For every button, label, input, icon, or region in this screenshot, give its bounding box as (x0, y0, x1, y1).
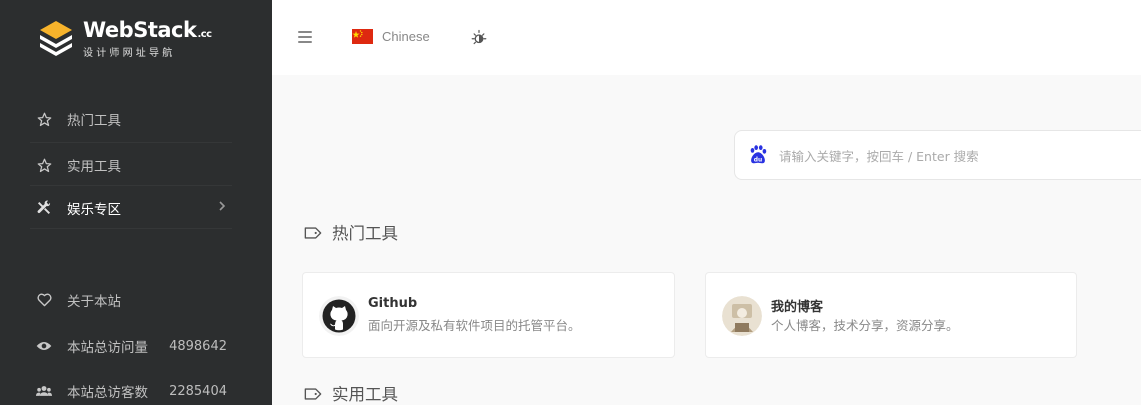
visitor-count: 2285404 (169, 383, 227, 399)
sidebar-item-useful-tools[interactable]: 实用工具 (30, 143, 232, 187)
card-description: 面向开源及私有软件项目的托管平台。 (368, 318, 581, 333)
sidebar-item-hot-tools[interactable]: 热门工具 (30, 97, 232, 141)
sidebar-item-label: 热门工具 (67, 113, 121, 129)
china-flag-icon (352, 28, 373, 44)
brand-logo[interactable]: WebStack.cc 设计师网址导航 (38, 18, 212, 60)
site-card-github[interactable]: Github 面向开源及私有软件项目的托管平台。 (302, 272, 675, 358)
section-header-hot-tools: 热门工具 (304, 221, 398, 243)
brand-title: WebStack (83, 18, 197, 42)
brand-subtitle: 设计师网址导航 (83, 48, 176, 59)
sidebar-item-label: 本站总访问量 (67, 340, 148, 356)
language-label: Chinese (382, 28, 430, 44)
section-header-useful-tools: 实用工具 (304, 382, 398, 404)
sidebar: WebStack.cc 设计师网址导航 热门工具 实用工具 娱乐专区 关于本站 (0, 0, 272, 405)
tools-icon (36, 200, 52, 216)
section-title: 实用工具 (332, 385, 398, 404)
chevron-right-icon (218, 200, 226, 216)
sidebar-item-label: 实用工具 (67, 159, 121, 175)
sidebar-item-about[interactable]: 关于本站 (30, 278, 232, 322)
github-icon (319, 296, 359, 336)
blog-avatar (722, 296, 762, 336)
sidebar-item-pageviews: 本站总访问量 4898642 (30, 324, 232, 368)
baidu-icon[interactable]: du (747, 144, 769, 166)
card-description: 个人博客，技术分享，资源分享。 (771, 318, 959, 333)
sidebar-item-visitors: 本站总访客数 2285404 (30, 369, 232, 405)
search-box: du (734, 130, 1141, 180)
sidebar-item-label: 本站总访客数 (67, 385, 148, 401)
logo-stack-icon (40, 21, 72, 56)
star-icon (36, 157, 52, 173)
sidebar-item-label: 娱乐专区 (67, 202, 121, 218)
section-title: 热门工具 (332, 224, 398, 243)
site-card-blog[interactable]: 我的博客 个人博客，技术分享，资源分享。 (705, 272, 1077, 358)
users-icon (36, 383, 52, 399)
search-input[interactable] (779, 145, 1139, 167)
brand-suffix: .cc (197, 29, 212, 40)
theme-toggle-icon[interactable] (470, 29, 488, 47)
menu-toggle-icon[interactable] (298, 31, 312, 43)
sidebar-item-label: 关于本站 (67, 294, 121, 310)
top-navbar: Chinese (272, 0, 1141, 75)
eye-icon (36, 338, 52, 354)
sidebar-item-entertainment[interactable]: 娱乐专区 (30, 186, 232, 230)
card-title: Github (368, 296, 418, 311)
pageview-count: 4898642 (169, 338, 227, 354)
star-icon (36, 111, 52, 127)
language-switcher[interactable]: Chinese (352, 27, 430, 45)
card-title: 我的博客 (771, 300, 824, 315)
divider (30, 228, 232, 229)
heart-icon (36, 292, 52, 308)
tag-icon (304, 225, 322, 239)
tag-icon (304, 386, 322, 400)
svg-text:du: du (754, 156, 762, 163)
